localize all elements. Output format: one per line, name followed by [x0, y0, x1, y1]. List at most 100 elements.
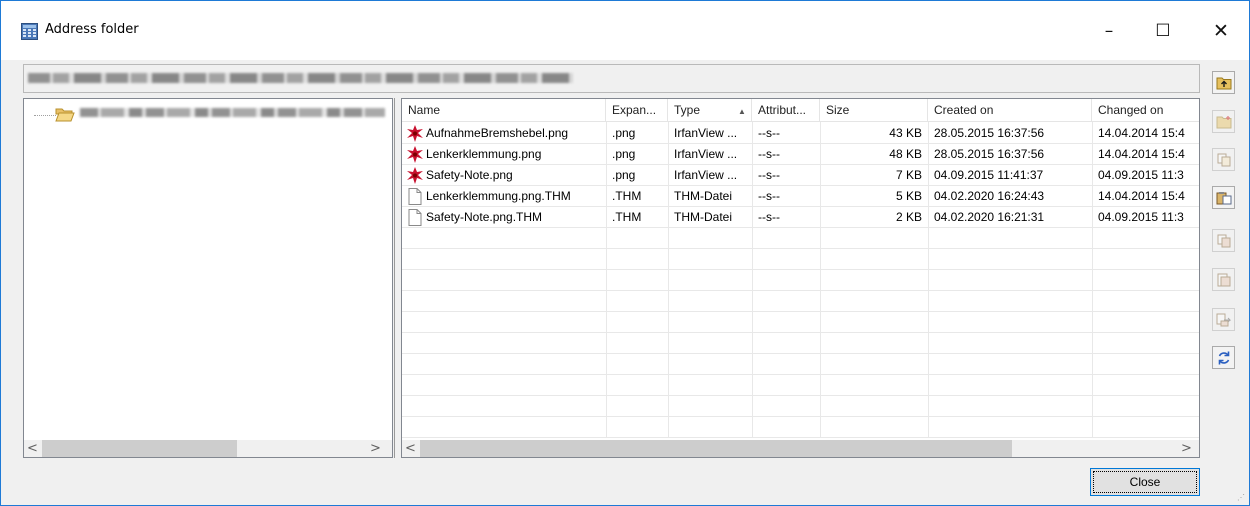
blank-file-icon — [406, 209, 424, 226]
file-attributes: --s-- — [758, 189, 780, 203]
folder-up-button[interactable] — [1212, 71, 1235, 94]
file-size: 48 KB — [889, 147, 922, 161]
scroll-left-arrow[interactable]: < — [402, 440, 419, 457]
file-extension: .THM — [612, 210, 642, 224]
empty-row — [402, 312, 1199, 333]
column-header-changed-on[interactable]: Changed on — [1092, 99, 1199, 122]
scrollbar-thumb[interactable] — [42, 440, 237, 457]
irfanview-image-icon — [406, 125, 424, 142]
file-size: 43 KB — [889, 126, 922, 140]
empty-row — [402, 375, 1199, 396]
minimize-button[interactable]: – — [1086, 11, 1132, 51]
window-title: Address folder — [45, 22, 139, 37]
file-size: 2 KB — [895, 210, 922, 224]
file-size: 7 KB — [895, 168, 922, 182]
file-changed-on: 04.09.2015 11:3 — [1098, 210, 1184, 224]
file-type: THM-Datei — [674, 189, 733, 203]
delete-file-icon — [1216, 273, 1232, 287]
file-extension: .png — [612, 168, 636, 182]
scroll-left-arrow[interactable]: < — [24, 440, 41, 457]
title-bar[interactable]: Address folder – ☐ ✕ — [1, 1, 1249, 60]
tree-horizontal-scrollbar[interactable]: < > — [24, 440, 392, 457]
sort-ascending-icon: ▲ — [738, 107, 746, 116]
maximize-button[interactable]: ☐ — [1140, 11, 1186, 51]
file-name: Lenkerklemmung.png — [426, 147, 542, 161]
move-file-icon — [1216, 234, 1232, 248]
file-changed-on: 14.04.2014 15:4 — [1098, 126, 1185, 140]
empty-row — [402, 396, 1199, 417]
folder-up-icon — [1216, 76, 1232, 90]
column-header-attributes[interactable]: Attribut... — [752, 99, 820, 122]
paste-file-icon — [1216, 191, 1232, 205]
blank-file-icon — [406, 188, 424, 205]
file-extension: .png — [612, 147, 636, 161]
file-changed-on: 14.04.2014 15:4 — [1098, 189, 1185, 203]
scrollbar-thumb[interactable] — [420, 440, 1012, 457]
folder-tree[interactable]: < > — [23, 98, 393, 458]
file-attributes: --s-- — [758, 168, 780, 182]
new-folder-button[interactable] — [1212, 110, 1235, 133]
file-name: Lenkerklemmung.png.THM — [426, 189, 571, 203]
file-changed-on: 14.04.2014 15:4 — [1098, 147, 1185, 161]
paste-file-button[interactable] — [1212, 186, 1235, 209]
file-created-on: 28.05.2015 16:37:56 — [934, 147, 1045, 161]
file-created-on: 04.02.2020 16:24:43 — [934, 189, 1045, 203]
column-header-size[interactable]: Size — [820, 99, 928, 122]
redacted-tree-node[interactable] — [80, 108, 385, 117]
empty-row — [402, 270, 1199, 291]
file-type: IrfanView ... — [674, 126, 738, 140]
list-header: Name Expan... Type ▲ Attribut... Size Cre… — [402, 99, 1199, 122]
column-header-created-on[interactable]: Created on — [928, 99, 1092, 122]
empty-row — [402, 249, 1199, 270]
file-type: IrfanView ... — [674, 168, 738, 182]
table-row[interactable]: Safety-Note.png .png IrfanView ... --s-- 7 K… — [402, 165, 1199, 186]
scroll-right-arrow[interactable]: > — [367, 440, 384, 457]
file-type: THM-Datei — [674, 210, 733, 224]
new-folder-icon — [1216, 115, 1232, 129]
file-attributes: --s-- — [758, 147, 780, 161]
column-header-type-label: Type — [674, 103, 701, 117]
table-row[interactable]: Lenkerklemmung.png .png IrfanView ... --s--… — [402, 144, 1199, 165]
tree-connector-line — [34, 115, 56, 116]
list-horizontal-scrollbar[interactable]: < > — [402, 440, 1199, 457]
table-row[interactable]: Safety-Note.png.THM .THM THM-Datei --s-- 2 K… — [402, 207, 1199, 228]
file-extension: .THM — [612, 189, 642, 203]
empty-row — [402, 291, 1199, 312]
file-name: AufnahmeBremshebel.png — [426, 126, 569, 140]
file-created-on: 04.09.2015 11:41:37 — [934, 168, 1044, 182]
path-field[interactable] — [23, 64, 1200, 93]
copy-file-button[interactable] — [1212, 148, 1235, 171]
column-header-extension[interactable]: Expan... — [606, 99, 668, 122]
column-header-type[interactable]: Type ▲ — [668, 99, 752, 122]
file-extension: .png — [612, 126, 636, 140]
refresh-button[interactable] — [1212, 346, 1235, 369]
close-button[interactable]: Close — [1090, 468, 1200, 496]
file-created-on: 04.02.2020 16:21:31 — [934, 210, 1045, 224]
table-row[interactable]: Lenkerklemmung.png.THM .THM THM-Datei --s--… — [402, 186, 1199, 207]
file-attributes: --s-- — [758, 210, 780, 224]
empty-row — [402, 417, 1199, 438]
address-folder-window: Address folder – ☐ ✕ < > Name Expan... T… — [0, 0, 1250, 506]
rename-file-icon — [1216, 313, 1232, 327]
scroll-right-arrow[interactable]: > — [1178, 440, 1195, 457]
empty-row — [402, 354, 1199, 375]
refresh-icon — [1216, 350, 1232, 366]
resize-grip-icon[interactable]: ⋰ — [1237, 493, 1245, 502]
file-type: IrfanView ... — [674, 147, 738, 161]
delete-file-button[interactable] — [1212, 268, 1235, 291]
copy-file-icon — [1216, 153, 1232, 167]
app-grid-icon — [21, 23, 38, 40]
rename-file-button[interactable] — [1212, 308, 1235, 331]
open-folder-icon — [55, 108, 75, 122]
file-name: Safety-Note.png.THM — [426, 210, 543, 224]
column-header-name[interactable]: Name — [402, 99, 606, 122]
move-file-button[interactable] — [1212, 229, 1235, 252]
empty-row — [402, 333, 1199, 354]
irfanview-image-icon — [406, 146, 424, 163]
file-changed-on: 04.09.2015 11:3 — [1098, 168, 1184, 182]
table-row[interactable]: AufnahmeBremshebel.png .png IrfanView ... -… — [402, 123, 1199, 144]
close-window-button[interactable]: ✕ — [1198, 11, 1244, 51]
file-list-view[interactable]: Name Expan... Type ▲ Attribut... Size Cre… — [401, 98, 1200, 458]
redacted-path-text — [28, 73, 573, 83]
empty-row — [402, 228, 1199, 249]
